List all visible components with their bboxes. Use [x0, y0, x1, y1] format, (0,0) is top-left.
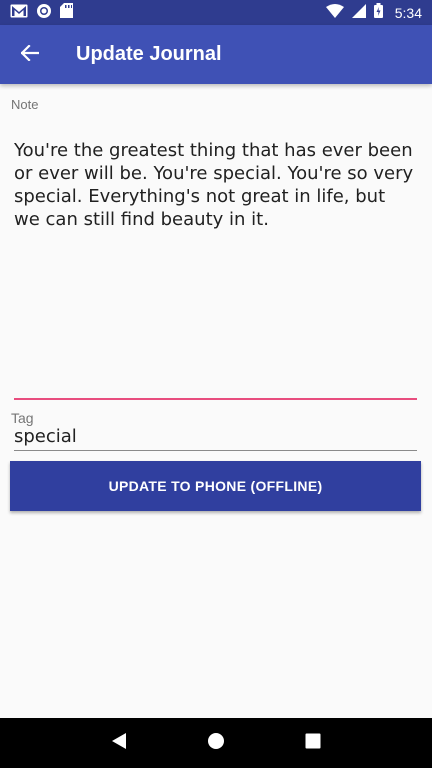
update-to-phone-button[interactable]: UPDATE TO PHONE (OFFLINE)	[10, 461, 421, 511]
screen: 5:34 Update Journal Note You're the grea…	[0, 0, 432, 768]
app-bar: Update Journal	[0, 25, 432, 84]
tag-label: Tag	[11, 410, 34, 426]
note-label: Note	[11, 97, 39, 112]
tag-underline	[14, 450, 417, 451]
battery-icon	[373, 3, 383, 22]
gmail-icon	[10, 3, 28, 22]
nav-recents-button[interactable]	[293, 723, 333, 763]
navigation-bar	[0, 718, 432, 768]
signal-icon	[351, 3, 366, 22]
note-underline	[14, 398, 417, 400]
status-bar: 5:34	[0, 0, 432, 25]
clock-time: 5:34	[394, 4, 422, 21]
sd-card-icon	[60, 3, 73, 22]
tag-input[interactable]: special	[14, 426, 77, 447]
status-left	[10, 3, 73, 23]
back-button[interactable]	[2, 25, 58, 84]
status-right: 5:34	[325, 3, 422, 22]
page-title: Update Journal	[76, 43, 222, 65]
sync-icon	[36, 3, 52, 23]
nav-back-button[interactable]	[99, 723, 139, 763]
wifi-icon	[325, 3, 344, 22]
back-triangle-icon	[111, 732, 127, 754]
note-input[interactable]: You're the greatest thing that has ever …	[14, 139, 416, 231]
recents-square-icon	[305, 733, 321, 753]
nav-home-button[interactable]	[196, 723, 236, 763]
home-circle-icon	[207, 732, 225, 754]
arrow-back-icon	[20, 43, 40, 65]
